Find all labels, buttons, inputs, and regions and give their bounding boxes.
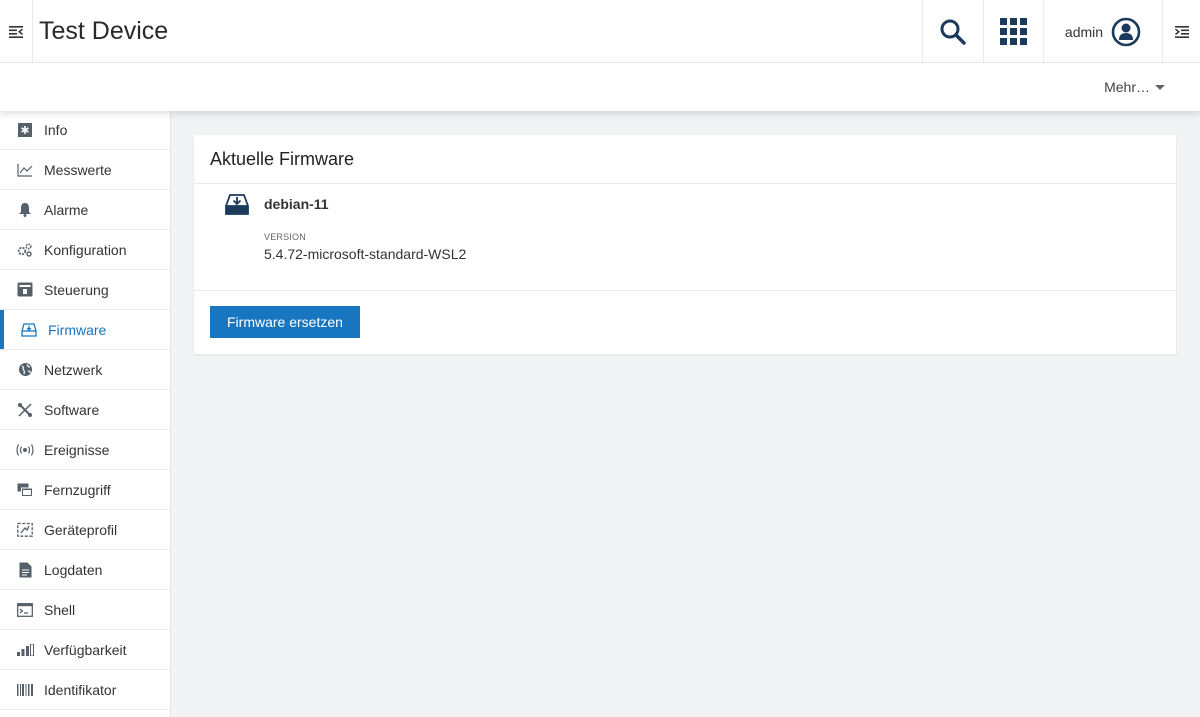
globe-icon [16,361,34,379]
sidebar-item-label: Info [44,122,68,138]
caret-down-icon [1155,85,1165,90]
sidebar-item-ereignisse[interactable]: Ereignisse [0,430,170,470]
app-switcher-button[interactable] [983,0,1043,63]
user-menu-button[interactable]: admin [1043,0,1162,63]
sidebar-item-label: Identifikator [44,681,117,698]
sidebar-item-label: Ereignisse [44,441,110,458]
sidebar-item-identifikator[interactable]: Identifikator [0,670,170,710]
firmware-details: debian-11 VERSION 5.4.72-microsoft-stand… [194,184,1176,291]
chart-line-icon [16,161,34,179]
remote-access-icon [16,481,34,499]
firmware-download-icon [225,194,249,220]
sidebar-item-label: Konfiguration [44,241,127,258]
search-icon [940,19,966,45]
sidebar-item-verfuegbarkeit[interactable]: Verfügbarkeit [0,630,170,670]
left-drawer-toggle-icon[interactable] [0,0,33,63]
firmware-icon [20,321,38,339]
sidebar-item-label: Alarme [44,201,89,218]
sidebar-item-label: Netzwerk [44,361,103,378]
control-icon [16,281,34,299]
replace-firmware-button[interactable]: Firmware ersetzen [210,306,360,338]
sidebar-item-label: Messwerte [44,161,112,178]
sidebar-item-label: Fernzugriff [44,481,111,498]
cogs-icon [16,241,34,259]
more-label: Mehr… [1104,79,1150,95]
sidebar-item-label: Steuerung [44,281,109,298]
page-title: Test Device [39,16,169,45]
sidebar-item-messwerte[interactable]: Messwerte [0,150,170,190]
sidebar-item-geraeteprofil[interactable]: Geräteprofil [0,510,170,550]
sidebar-item-alarme[interactable]: Alarme [0,190,170,230]
broadcast-icon [16,441,34,459]
user-name: admin [1064,23,1104,40]
log-file-icon [16,561,34,579]
sidebar-item-fernzugriff[interactable]: Fernzugriff [0,470,170,510]
sidebar-item-label: Shell [44,601,76,618]
tools-icon [16,401,34,419]
version-label: VERSION [264,232,306,242]
barcode-icon [16,681,34,699]
firmware-name: debian-11 [264,196,329,212]
apps-grid-icon [1000,18,1027,45]
device-profile-icon [16,521,34,539]
sidebar-item-label: Geräteprofil [44,521,118,538]
action-bar: Mehr… [0,63,1200,111]
more-dropdown[interactable]: Mehr… [1104,79,1165,95]
bar-chart-icon [16,641,34,659]
current-firmware-card: Aktuelle Firmware debian-11 VERSION 5.4.… [194,135,1176,354]
user-avatar-icon [1111,17,1141,46]
sidebar-item-software[interactable]: Software [0,390,170,430]
bell-icon [16,201,34,219]
sidebar-item-logdaten[interactable]: Logdaten [0,550,170,590]
info-icon [16,121,34,139]
card-footer: Firmware ersetzen [194,291,1176,354]
search-button[interactable] [922,0,983,63]
device-tabs-sidebar: Info Messwerte Alarme Konfiguration Steu… [0,111,171,717]
sidebar-item-shell[interactable]: Shell [0,590,170,630]
version-value: 5.4.72-microsoft-standard-WSL2 [264,246,467,262]
sidebar-item-netzwerk[interactable]: Netzwerk [0,350,170,390]
app-header: Test Device admin [0,0,1200,63]
sidebar-item-label: Verfügbarkeit [44,641,127,658]
sidebar-item-steuerung[interactable]: Steuerung [0,270,170,310]
sidebar-item-label: Software [44,401,100,418]
sidebar-item-label: Firmware [48,321,107,338]
right-drawer-toggle-icon[interactable] [1162,0,1200,63]
sidebar-item-konfiguration[interactable]: Konfiguration [0,230,170,270]
sidebar-item-firmware[interactable]: Firmware [0,310,170,350]
sidebar-item-label: Logdaten [44,561,103,578]
terminal-icon [16,601,34,619]
card-title: Aktuelle Firmware [194,135,1176,184]
sidebar-item-info[interactable]: Info [0,111,170,150]
